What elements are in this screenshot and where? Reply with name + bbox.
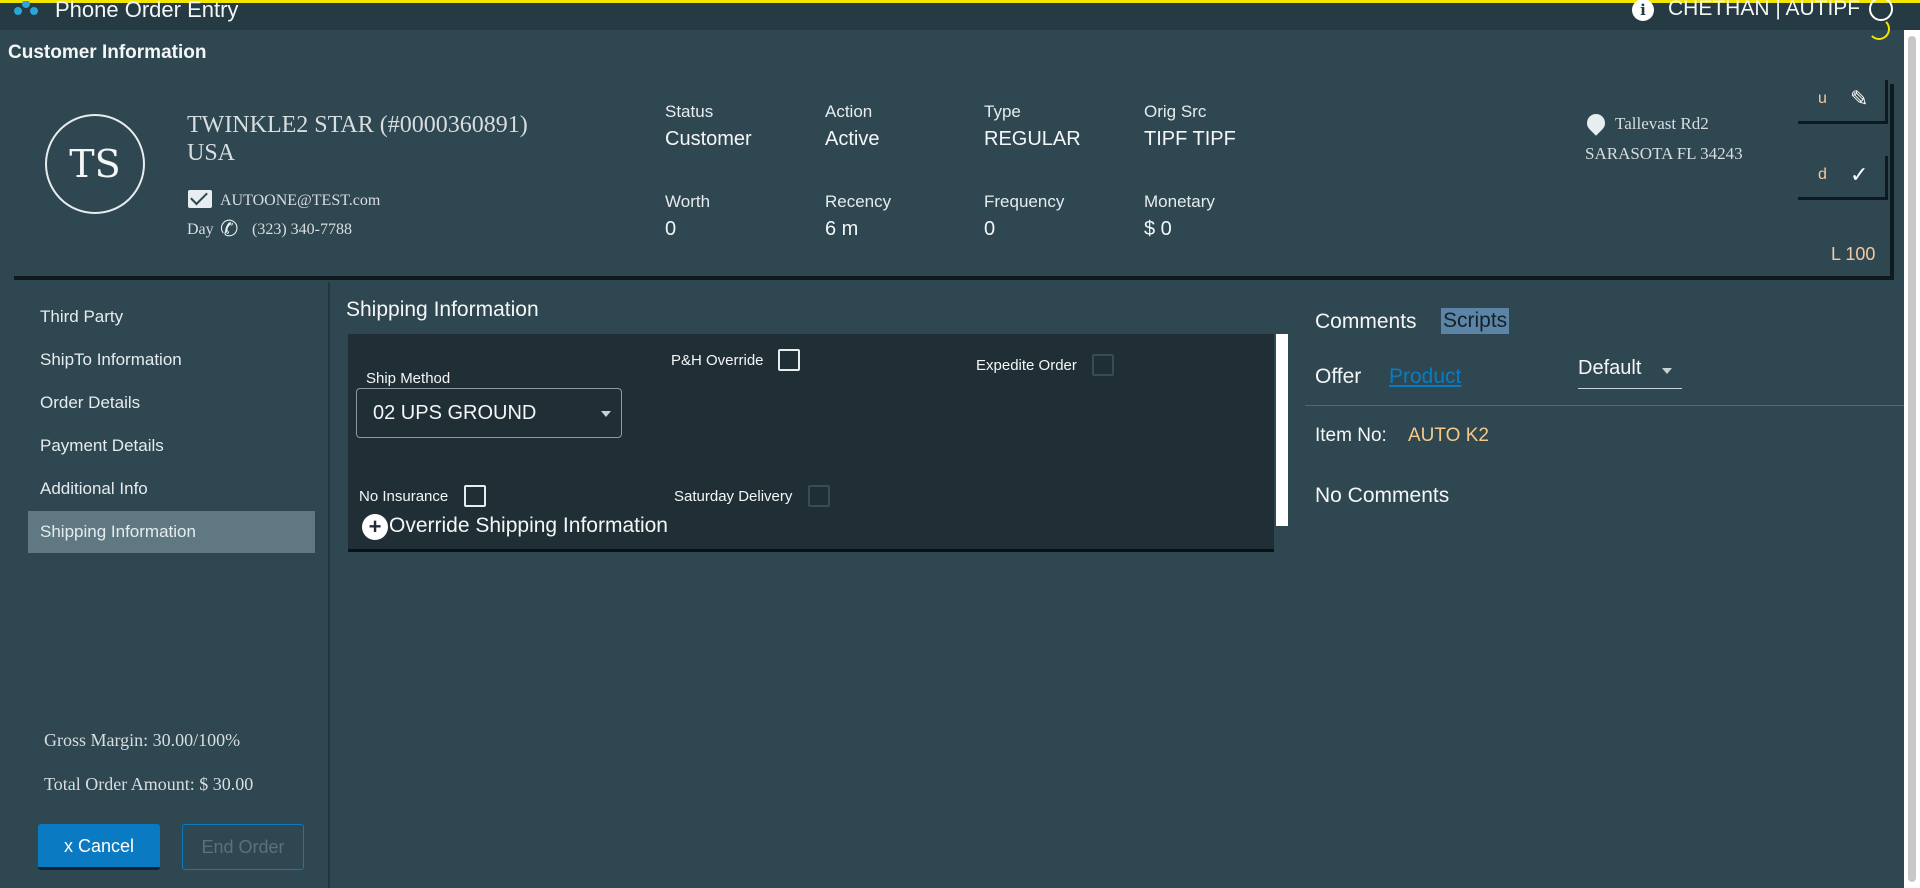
tab-scripts-label: Scripts xyxy=(1443,309,1508,332)
customer-card: TS TWINKLE2 STAR (#0000360891) USA AUTOO… xyxy=(14,80,1894,280)
ship-method-value: 02 UPS GROUND xyxy=(373,402,537,424)
sidebar-item-shipto[interactable]: ShipTo Information xyxy=(28,339,315,381)
customer-email: AUTOONE@TEST.com xyxy=(220,192,381,209)
ph-override-checkbox[interactable] xyxy=(778,349,800,371)
expedite-order-checkbox[interactable] xyxy=(1092,354,1114,376)
ship-method-select[interactable]: 02 UPS GROUND xyxy=(356,388,622,438)
comment-filter-select[interactable]: Default xyxy=(1578,357,1682,389)
ph-override-label: P&H Override xyxy=(671,352,764,369)
customer-phone: (323) 340-7788 xyxy=(252,221,352,238)
sidebar: Third Party ShipTo Information Order Det… xyxy=(0,282,330,888)
phone-icon: ✆ xyxy=(220,216,239,241)
offer-label[interactable]: Offer xyxy=(1315,365,1361,389)
item-no-label: Item No: xyxy=(1315,425,1387,446)
stat-status: Status Customer xyxy=(665,102,752,151)
stat-action: Action Active xyxy=(825,102,879,151)
saturday-delivery-checkbox[interactable] xyxy=(808,485,830,507)
chevron-down-icon xyxy=(601,411,611,417)
page-title: Customer Information xyxy=(8,42,207,63)
pencil-icon: ✎ xyxy=(1850,86,1869,111)
stat-label: Monetary xyxy=(1144,192,1215,211)
address-line1: Tallevast Rd2 xyxy=(1615,114,1709,133)
stat-label: Orig Src xyxy=(1144,102,1207,121)
stat-label: Type xyxy=(984,102,1021,121)
stat-value: Active xyxy=(825,128,880,150)
stat-label: Worth xyxy=(665,192,711,211)
tab-comments[interactable]: Comments xyxy=(1315,310,1417,334)
sidebar-item-shipping-info[interactable]: Shipping Information xyxy=(28,511,315,553)
stat-value: Customer xyxy=(665,128,752,150)
plus-circle-icon[interactable]: + xyxy=(362,514,388,540)
sidebar-item-third-party[interactable]: Third Party xyxy=(28,296,315,338)
expedite-order-label: Expedite Order xyxy=(976,357,1077,374)
stat-label: Frequency xyxy=(984,192,1065,211)
total-order-amount: Total Order Amount: $ 30.00 xyxy=(44,774,254,794)
stat-type: Type REGULAR xyxy=(984,102,1081,151)
verify-customer-button[interactable]: d ✓ xyxy=(1798,156,1888,200)
stat-monetary: Monetary $ 0 xyxy=(1144,192,1215,241)
person-check-icon: ✓ xyxy=(1850,162,1869,187)
location-pin-icon xyxy=(1583,110,1609,136)
phone-type-label: Day xyxy=(187,221,214,238)
level-badge: L 100 xyxy=(1831,244,1876,264)
ship-method-label: Ship Method xyxy=(366,370,451,387)
top-bar: Phone Order Entry i CHETHAN | AUTIPF xyxy=(0,0,1920,30)
stat-label: Status xyxy=(665,102,714,121)
divider xyxy=(1305,405,1908,406)
product-link[interactable]: Product xyxy=(1389,365,1461,389)
stat-frequency: Frequency 0 xyxy=(984,192,1064,241)
no-insurance-label: No Insurance xyxy=(359,488,449,505)
address-line2: SARASOTA FL 34243 xyxy=(1585,144,1743,163)
cancel-button[interactable]: x Cancel xyxy=(38,824,160,870)
saturday-delivery-label: Saturday Delivery xyxy=(674,488,793,505)
customer-name: TWINKLE2 STAR (#0000360891) xyxy=(187,112,528,138)
page-scrollbar[interactable] xyxy=(1904,30,1920,888)
shipping-scrollbar[interactable] xyxy=(1276,334,1288,526)
avatar: TS xyxy=(45,114,145,214)
shortcut-key: d xyxy=(1818,166,1827,183)
stat-value: $ 0 xyxy=(1144,218,1172,240)
user-label[interactable]: CHETHAN | AUTIPF xyxy=(1668,0,1860,21)
gross-margin: Gross Margin: 30.00/100% xyxy=(44,730,241,750)
item-no-value: AUTO K2 xyxy=(1408,425,1489,446)
app-logo-icon xyxy=(14,1,38,15)
mail-icon xyxy=(188,190,212,208)
no-insurance-checkbox[interactable] xyxy=(464,485,486,507)
stat-orig-src: Orig Src TIPF TIPF xyxy=(1144,102,1236,151)
stat-value: 6 m xyxy=(825,218,859,240)
info-icon[interactable]: i xyxy=(1632,0,1654,21)
stat-recency: Recency 6 m xyxy=(825,192,891,241)
shipping-title: Shipping Information xyxy=(346,298,539,321)
stat-label: Action xyxy=(825,102,873,121)
tab-scripts[interactable]: Scripts xyxy=(1441,308,1510,334)
no-comments-text: No Comments xyxy=(1315,484,1450,507)
chevron-down-icon xyxy=(1662,368,1672,374)
override-shipping-link[interactable]: Override Shipping Information xyxy=(389,514,668,538)
sidebar-item-order-details[interactable]: Order Details xyxy=(28,382,315,424)
customer-country: USA xyxy=(187,140,236,166)
sidebar-item-payment-details[interactable]: Payment Details xyxy=(28,425,315,467)
stat-value: REGULAR xyxy=(984,128,1081,150)
stat-label: Recency xyxy=(825,192,892,211)
stat-value: 0 xyxy=(984,218,996,240)
loading-spinner-icon xyxy=(1868,18,1890,40)
end-order-button[interactable]: End Order xyxy=(182,824,304,870)
stat-value: TIPF TIPF xyxy=(1144,128,1236,150)
sidebar-item-additional-info[interactable]: Additional Info xyxy=(28,468,315,510)
app-title: Phone Order Entry xyxy=(55,0,239,22)
shortcut-key: u xyxy=(1818,90,1827,107)
stat-value: 0 xyxy=(665,218,677,240)
shipping-panel: Ship Method 02 UPS GROUND P&H Override E… xyxy=(348,334,1274,552)
comment-filter-value: Default xyxy=(1578,357,1642,379)
scrollbar-thumb[interactable] xyxy=(1908,36,1916,882)
stat-worth: Worth 0 xyxy=(665,192,710,241)
edit-customer-button[interactable]: u ✎ xyxy=(1798,80,1888,124)
